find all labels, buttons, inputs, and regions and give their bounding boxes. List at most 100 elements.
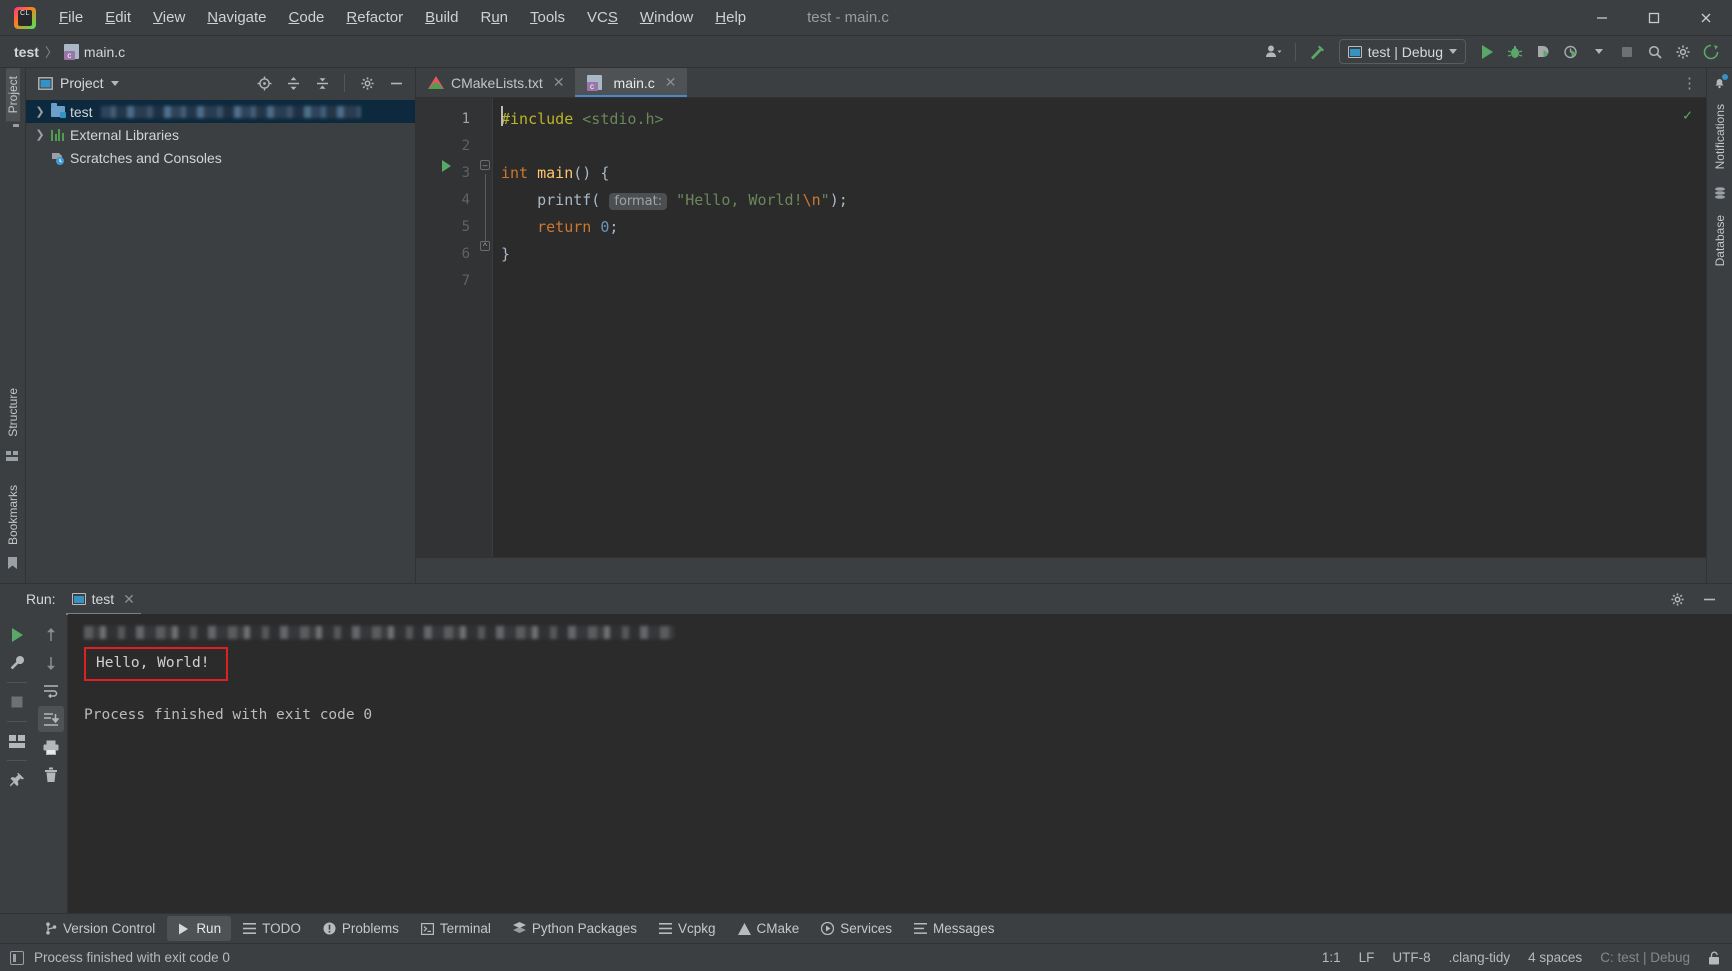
editor-tab-actions: ⋮ bbox=[1682, 68, 1706, 97]
code-content[interactable]: #include <stdio.h> int main() { printf( … bbox=[492, 98, 1706, 557]
inspection-status-icon[interactable]: ✓ bbox=[1683, 106, 1692, 124]
search-everywhere-button[interactable] bbox=[1642, 39, 1668, 65]
bottom-tab-problems[interactable]: Problems bbox=[313, 916, 409, 941]
expand-all-button[interactable] bbox=[280, 70, 306, 96]
more-run-actions-button[interactable] bbox=[1586, 39, 1612, 65]
indent-widget[interactable]: 4 spaces bbox=[1528, 950, 1582, 965]
chevron-right-icon[interactable]: ❯ bbox=[34, 128, 46, 141]
breadcrumb-file[interactable]: main.c bbox=[63, 44, 125, 60]
bottom-tab-services[interactable]: Services bbox=[811, 916, 902, 941]
edit-configuration-button[interactable] bbox=[4, 650, 30, 676]
settings-button[interactable] bbox=[1670, 39, 1696, 65]
scroll-to-end-button[interactable] bbox=[37, 706, 64, 732]
debug-button[interactable] bbox=[1502, 39, 1528, 65]
more-options-icon[interactable]: ⋮ bbox=[1682, 74, 1698, 92]
toolchain-widget[interactable]: C: test | Debug bbox=[1600, 950, 1690, 965]
menu-file[interactable]: File bbox=[48, 5, 94, 30]
close-button[interactable] bbox=[1680, 0, 1732, 35]
menu-tools[interactable]: Tools bbox=[519, 5, 576, 30]
fold-gutter[interactable]: – ^ bbox=[478, 98, 492, 557]
tab-close-icon[interactable]: ✕ bbox=[553, 74, 565, 91]
minimize-button[interactable] bbox=[1576, 0, 1628, 35]
tree-node-external-libraries[interactable]: ❯ External Libraries bbox=[26, 123, 415, 146]
maximize-button[interactable] bbox=[1628, 0, 1680, 35]
run-with-coverage-button[interactable] bbox=[1530, 39, 1556, 65]
project-settings-button[interactable] bbox=[354, 70, 380, 96]
notifications-icon-wrap[interactable] bbox=[1713, 68, 1728, 96]
menu-edit[interactable]: Edit bbox=[94, 5, 142, 30]
bottom-tab-version-control[interactable]: Version Control bbox=[34, 916, 165, 941]
code-editor[interactable]: 1 2 3 4 5 6 7 – ^ #include <stdio.h> int… bbox=[416, 98, 1706, 557]
hide-icon bbox=[1703, 598, 1715, 600]
file-encoding[interactable]: UTF-8 bbox=[1392, 950, 1430, 965]
bottom-tab-todo[interactable]: TODO bbox=[233, 916, 311, 941]
caret-position[interactable]: 1:1 bbox=[1322, 950, 1341, 965]
build-button[interactable] bbox=[1304, 39, 1331, 65]
run-window-hide-button[interactable] bbox=[1696, 586, 1722, 612]
soft-wrap-button[interactable] bbox=[38, 678, 64, 704]
tree-node-test[interactable]: ❯ test bbox=[26, 100, 415, 123]
menu-help[interactable]: Help bbox=[704, 5, 757, 30]
next-occurrence-button[interactable] bbox=[38, 650, 64, 676]
hide-panel-button[interactable] bbox=[383, 70, 409, 96]
menu-window[interactable]: Window bbox=[629, 5, 704, 30]
stop-button[interactable] bbox=[1614, 39, 1640, 65]
run-window-settings-button[interactable] bbox=[1664, 586, 1690, 612]
menu-code[interactable]: Code bbox=[278, 5, 336, 30]
bottom-tab-terminal[interactable]: Terminal bbox=[411, 916, 501, 941]
run-gutter-icon[interactable] bbox=[442, 160, 451, 172]
tree-node-scratches[interactable]: Scratches and Consoles bbox=[26, 146, 415, 169]
run-window-tab-test[interactable]: test ✕ bbox=[64, 587, 143, 615]
stop-button[interactable] bbox=[4, 689, 30, 715]
chevron-right-icon[interactable]: ❯ bbox=[34, 105, 46, 118]
sidebar-item-project[interactable]: Project bbox=[5, 68, 20, 122]
inspections-widget[interactable]: .clang-tidy bbox=[1449, 950, 1511, 965]
tab-close-icon[interactable]: ✕ bbox=[665, 74, 677, 91]
fold-end-icon[interactable]: ^ bbox=[480, 241, 490, 251]
bottom-tab-vcpkg[interactable]: Vcpkg bbox=[649, 916, 726, 941]
menu-navigate[interactable]: Navigate bbox=[196, 5, 277, 30]
lock-open-icon[interactable] bbox=[1708, 951, 1720, 965]
user-account-button[interactable] bbox=[1261, 39, 1287, 65]
bottom-tab-run[interactable]: Run bbox=[167, 916, 232, 941]
run-configuration-selector[interactable]: test | Debug bbox=[1338, 39, 1466, 64]
bookmarks-rail-icon-wrap[interactable] bbox=[7, 553, 18, 579]
menu-refactor[interactable]: Refactor bbox=[335, 5, 414, 30]
run-console-output[interactable]: Hello, World! Process finished with exit… bbox=[68, 614, 1732, 913]
breadcrumb-project[interactable]: test bbox=[14, 44, 39, 60]
tab-cmakelists[interactable]: CMakeLists.txt ✕ bbox=[416, 68, 575, 97]
line-number-gutter[interactable]: 1 2 3 4 5 6 7 bbox=[416, 98, 478, 557]
layout-button[interactable] bbox=[4, 728, 30, 754]
chevron-down-icon[interactable] bbox=[110, 80, 119, 86]
clear-all-button[interactable] bbox=[38, 762, 64, 788]
menu-vcs[interactable]: VCS bbox=[576, 5, 629, 30]
left-tool-rail: Project Structure Bookmarks bbox=[0, 68, 26, 583]
bottom-tab-cmake[interactable]: CMake bbox=[728, 916, 810, 941]
sidebar-item-database[interactable]: Database bbox=[1713, 207, 1727, 274]
profile-button[interactable] bbox=[1558, 39, 1584, 65]
select-opened-file-button[interactable] bbox=[251, 70, 277, 96]
fold-collapse-icon[interactable]: – bbox=[480, 160, 490, 170]
sidebar-item-notifications[interactable]: Notifications bbox=[1713, 96, 1727, 177]
line-separator[interactable]: LF bbox=[1359, 950, 1375, 965]
menu-file-rest: ile bbox=[68, 9, 84, 26]
sidebar-item-structure[interactable]: Structure bbox=[6, 380, 20, 445]
status-message: Process finished with exit code 0 bbox=[34, 950, 230, 965]
bottom-tab-messages[interactable]: Messages bbox=[904, 916, 1005, 941]
print-button[interactable] bbox=[38, 734, 64, 760]
bottom-tab-python-packages[interactable]: Python Packages bbox=[503, 916, 647, 941]
menu-run[interactable]: Run bbox=[469, 5, 519, 30]
run-button[interactable] bbox=[1474, 39, 1500, 65]
sidebar-item-bookmarks[interactable]: Bookmarks bbox=[6, 477, 20, 553]
database-icon-wrap[interactable] bbox=[1714, 177, 1726, 207]
tab-main-c[interactable]: main.c ✕ bbox=[574, 68, 687, 97]
pin-tab-button[interactable] bbox=[4, 767, 30, 793]
updates-button[interactable] bbox=[1698, 39, 1724, 65]
structure-rail-icon-wrap[interactable] bbox=[6, 445, 19, 477]
tab-close-icon[interactable]: ✕ bbox=[123, 591, 135, 608]
collapse-all-button[interactable] bbox=[309, 70, 335, 96]
menu-build[interactable]: Build bbox=[414, 5, 469, 30]
menu-view[interactable]: View bbox=[142, 5, 196, 30]
rerun-button[interactable] bbox=[4, 622, 30, 648]
previous-occurrence-button[interactable] bbox=[38, 622, 64, 648]
